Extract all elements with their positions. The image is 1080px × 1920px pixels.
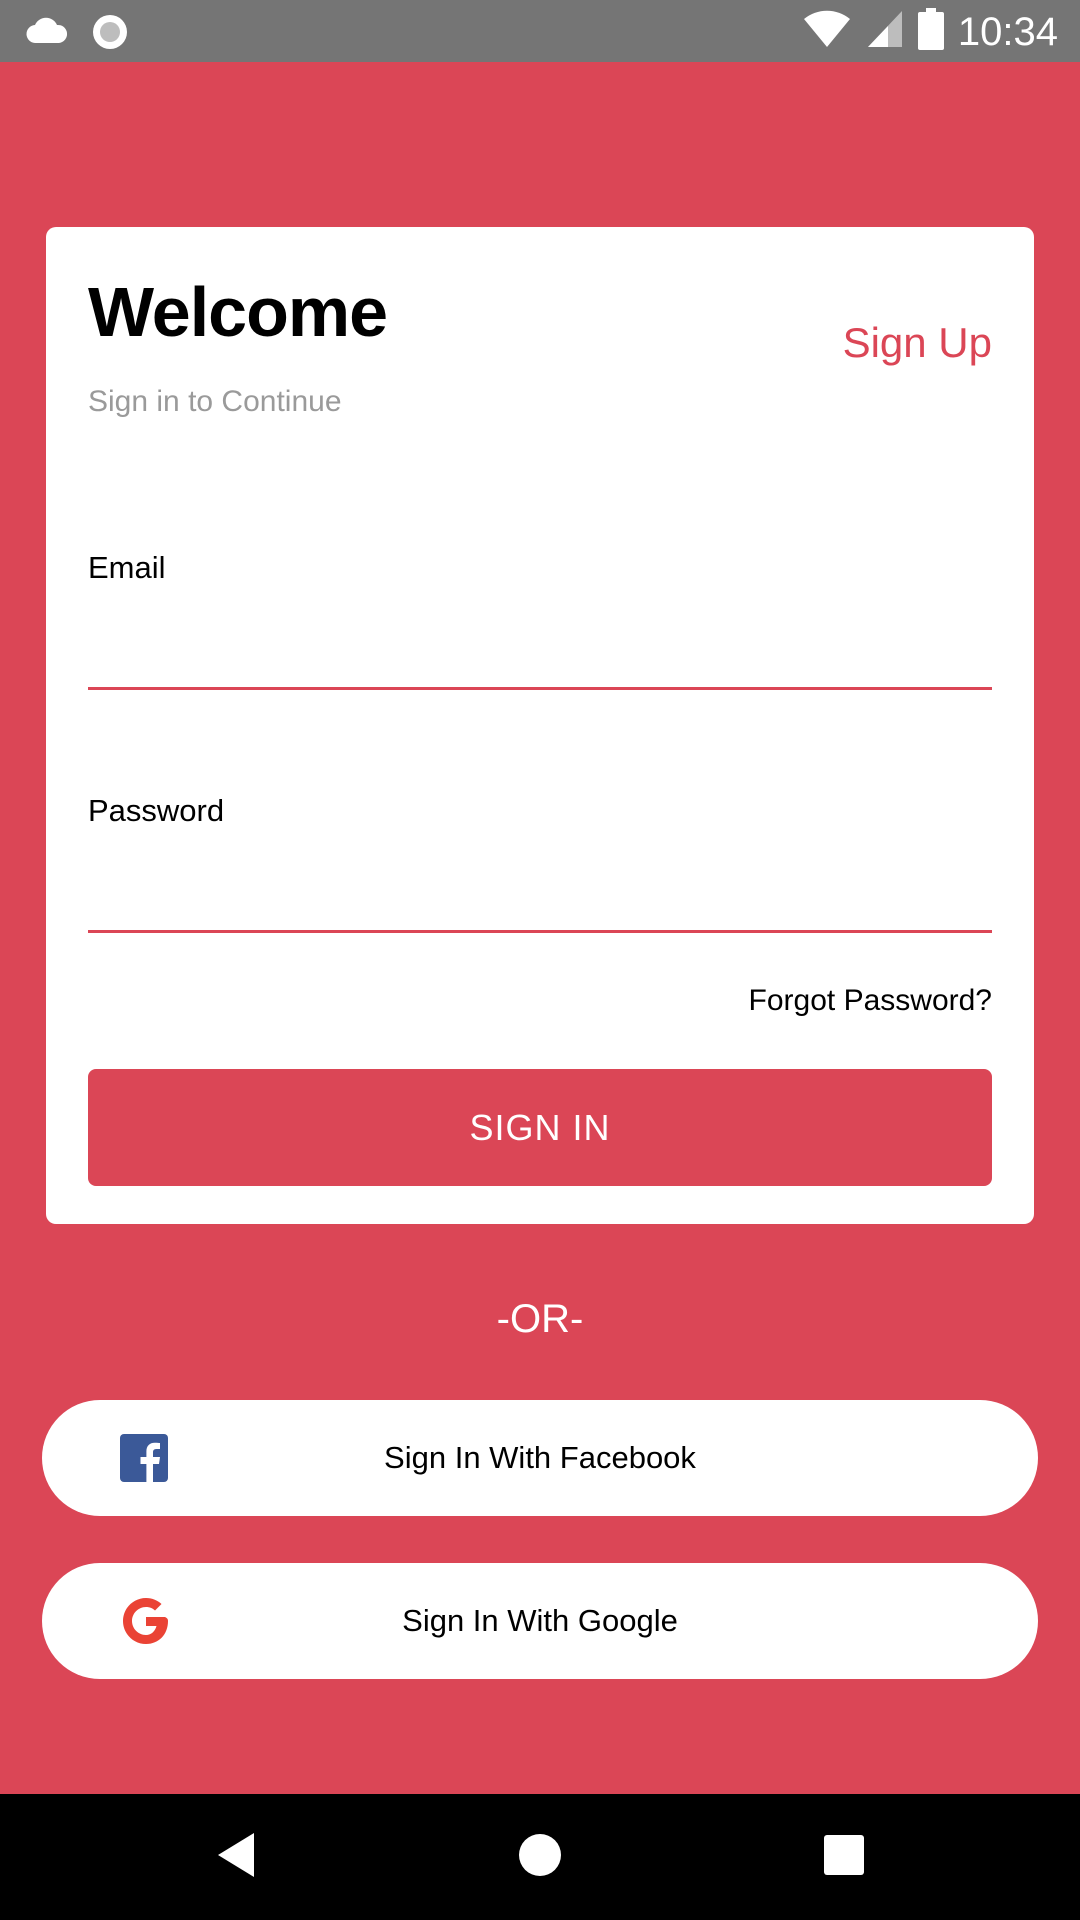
google-signin-label: Sign In With Google	[402, 1603, 678, 1638]
navigation-bar	[0, 1794, 1080, 1920]
password-field[interactable]	[88, 863, 992, 933]
facebook-signin-label: Sign In With Facebook	[384, 1440, 696, 1475]
home-button[interactable]	[470, 1794, 610, 1920]
email-label: Email	[88, 550, 166, 585]
battery-icon	[917, 8, 944, 55]
page-title: Welcome	[88, 273, 388, 351]
signin-card: Welcome Sign Up Sign in to Continue Emai…	[46, 227, 1034, 1224]
status-bar: 10:34	[0, 0, 1080, 62]
email-field[interactable]	[88, 620, 992, 690]
back-button[interactable]	[166, 1794, 306, 1920]
facebook-signin-button[interactable]: Sign In With Facebook	[42, 1400, 1038, 1516]
circle-icon	[90, 12, 130, 57]
signup-link[interactable]: Sign Up	[843, 319, 992, 367]
wifi-icon	[802, 9, 852, 54]
signal-icon	[866, 9, 904, 54]
cloud-icon	[26, 17, 68, 52]
google-icon	[120, 1595, 172, 1647]
signin-button[interactable]: SIGN IN	[88, 1069, 992, 1186]
recents-icon	[823, 1834, 865, 1881]
forgot-password-link[interactable]: Forgot Password?	[749, 984, 992, 1018]
back-icon	[214, 1831, 258, 1884]
recents-button[interactable]	[774, 1794, 914, 1920]
page-subtitle: Sign in to Continue	[88, 385, 342, 418]
status-time: 10:34	[957, 9, 1058, 54]
or-divider: -OR-	[496, 1297, 584, 1341]
home-icon	[517, 1832, 563, 1883]
facebook-icon	[120, 1434, 168, 1482]
google-signin-button[interactable]: Sign In With Google	[42, 1563, 1038, 1679]
password-label: Password	[88, 793, 225, 828]
